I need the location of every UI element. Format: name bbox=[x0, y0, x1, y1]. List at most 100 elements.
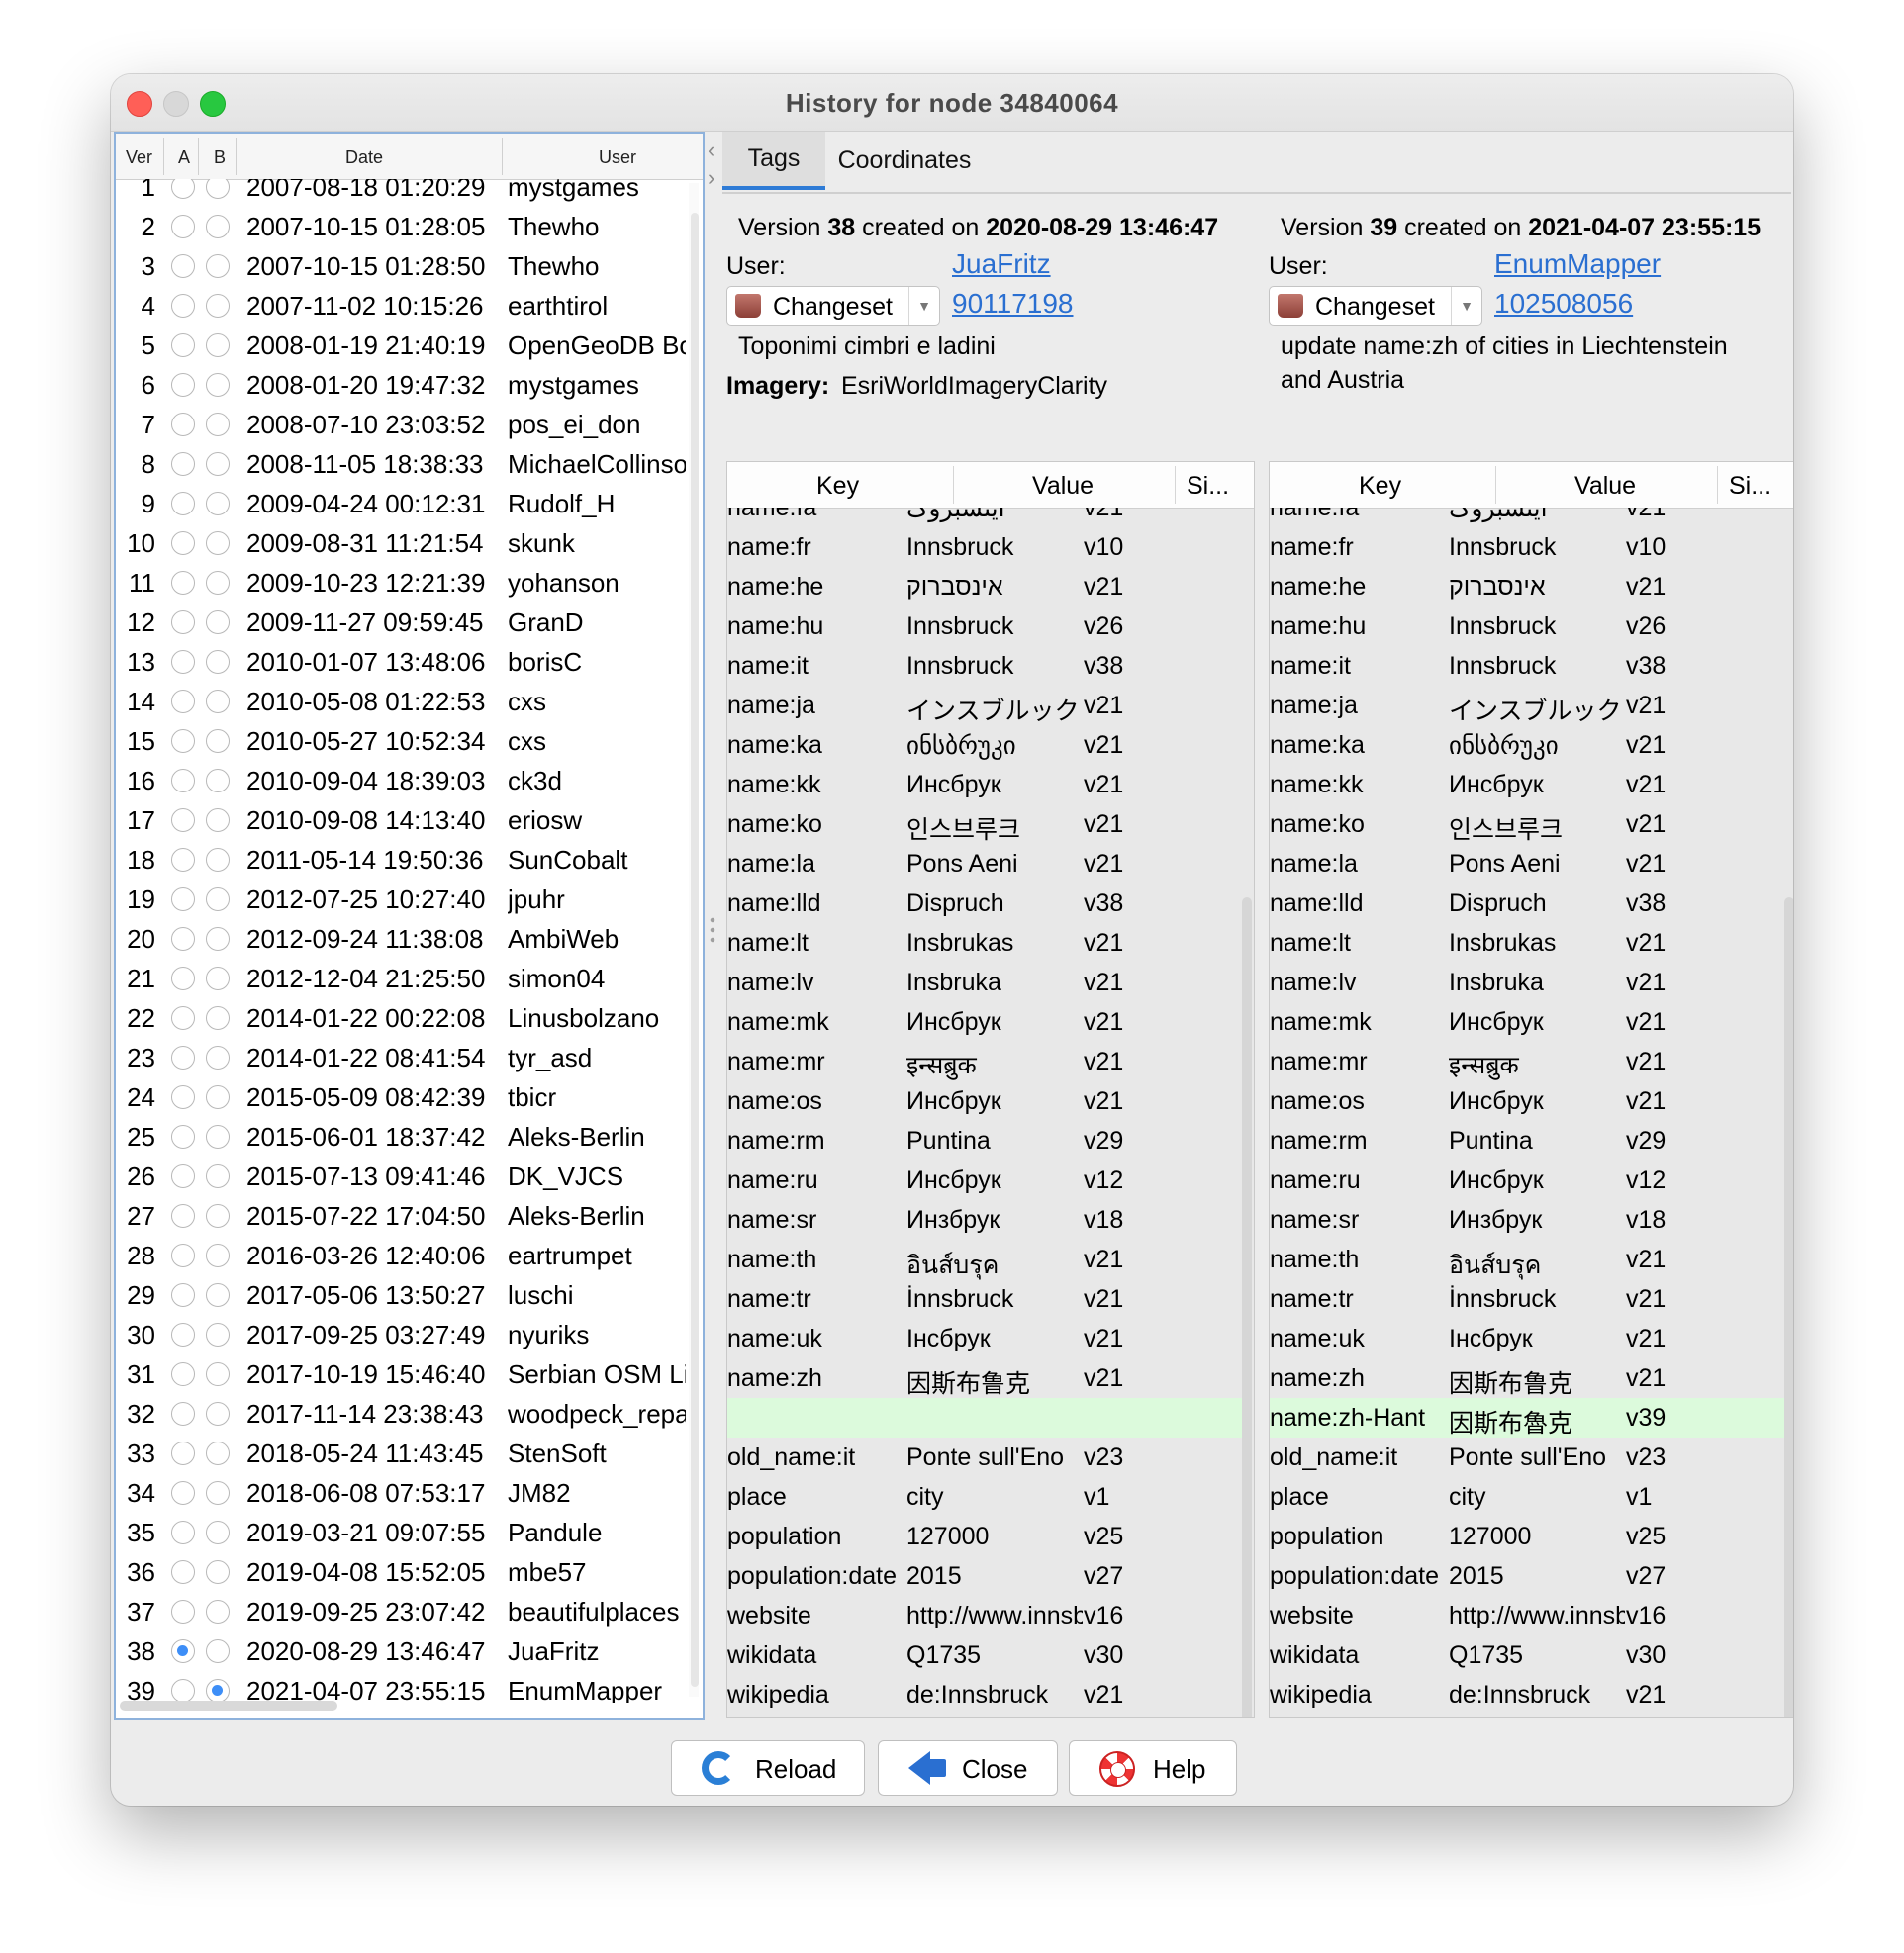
tag-row[interactable]: name:ka ინსბრუკი v21 bbox=[1270, 725, 1784, 765]
select-b-radio[interactable] bbox=[206, 571, 230, 595]
select-b-radio[interactable] bbox=[206, 1679, 230, 1703]
select-b-radio[interactable] bbox=[206, 413, 230, 436]
tag-row[interactable]: website http://www.innsb...v16 bbox=[1270, 1596, 1784, 1635]
select-a-radio[interactable] bbox=[171, 1521, 195, 1544]
select-a-radio[interactable] bbox=[171, 254, 195, 278]
select-a-radio[interactable] bbox=[171, 413, 195, 436]
tag-row[interactable]: name:os Инсбрук v21 bbox=[727, 1081, 1242, 1121]
history-row[interactable]: 10 2009-08-31 11:21:54 skunk bbox=[116, 523, 690, 563]
col-header-b[interactable]: B bbox=[214, 147, 226, 168]
history-row[interactable]: 39 2021-04-07 23:55:15 EnumMapper bbox=[116, 1671, 690, 1703]
select-b-radio[interactable] bbox=[206, 1006, 230, 1030]
chevron-down-icon[interactable]: ▼ bbox=[1451, 287, 1481, 325]
close-button[interactable]: Close bbox=[878, 1740, 1058, 1796]
select-b-radio[interactable] bbox=[206, 1442, 230, 1465]
select-a-radio[interactable] bbox=[171, 927, 195, 951]
history-row[interactable]: 20 2012-09-24 11:38:08 AmbiWeb bbox=[116, 919, 690, 959]
history-row[interactable]: 32 2017-11-14 23:38:43 woodpeck_repair bbox=[116, 1394, 690, 1434]
col-header-key[interactable]: Key bbox=[1359, 472, 1401, 501]
tag-row[interactable]: name:os Инсбрук v21 bbox=[1270, 1081, 1784, 1121]
select-a-radio[interactable] bbox=[171, 452, 195, 476]
select-a-radio[interactable] bbox=[171, 1125, 195, 1149]
select-b-radio[interactable] bbox=[206, 1362, 230, 1386]
tag-row[interactable]: name:ja インスブルック v21 bbox=[727, 686, 1242, 725]
select-b-radio[interactable] bbox=[206, 373, 230, 397]
select-a-radio[interactable] bbox=[171, 333, 195, 357]
tag-row[interactable]: name:lv Insbruka v21 bbox=[1270, 963, 1784, 1002]
select-a-radio[interactable] bbox=[171, 1560, 195, 1584]
left-user-link[interactable]: JuaFritz bbox=[952, 248, 1051, 280]
select-a-radio[interactable] bbox=[171, 690, 195, 713]
tag-row[interactable]: place city v1 bbox=[727, 1477, 1242, 1517]
tag-row[interactable]: name:kk Инсбрук v21 bbox=[727, 765, 1242, 804]
tag-row[interactable]: name:he אינסברוק v21 bbox=[1270, 567, 1784, 606]
select-b-radio[interactable] bbox=[206, 1244, 230, 1267]
select-b-radio[interactable] bbox=[206, 1323, 230, 1347]
history-row[interactable]: 15 2010-05-27 10:52:34 cxs bbox=[116, 721, 690, 761]
select-a-radio[interactable] bbox=[171, 729, 195, 753]
tag-row[interactable]: name:lv Insbruka v21 bbox=[727, 963, 1242, 1002]
history-row[interactable]: 21 2012-12-04 21:25:50 simon04 bbox=[116, 959, 690, 998]
tag-row[interactable]: name:rm Puntina v29 bbox=[1270, 1121, 1784, 1161]
select-b-radio[interactable] bbox=[206, 294, 230, 318]
history-row[interactable]: 4 2007-11-02 10:15:26 earthtirol bbox=[116, 286, 690, 326]
select-b-radio[interactable] bbox=[206, 967, 230, 990]
tag-row[interactable]: name:zh 因斯布鲁克 v21 bbox=[1270, 1358, 1784, 1398]
select-b-radio[interactable] bbox=[206, 1481, 230, 1505]
col-header-date[interactable]: Date bbox=[345, 147, 383, 168]
history-row[interactable]: 29 2017-05-06 13:50:27 luschi bbox=[116, 1275, 690, 1315]
select-a-radio[interactable] bbox=[171, 808, 195, 832]
select-b-radio[interactable] bbox=[206, 492, 230, 515]
select-a-radio[interactable] bbox=[171, 571, 195, 595]
select-a-radio[interactable] bbox=[171, 1323, 195, 1347]
select-b-radio[interactable] bbox=[206, 254, 230, 278]
tag-row[interactable]: name:ru Инсбрук v12 bbox=[727, 1161, 1242, 1200]
history-row[interactable]: 3 2007-10-15 01:28:50 Thewho bbox=[116, 246, 690, 286]
select-b-radio[interactable] bbox=[206, 1125, 230, 1149]
history-horizontal-scrollbar[interactable] bbox=[120, 1701, 337, 1711]
select-b-radio[interactable] bbox=[206, 1204, 230, 1228]
select-b-radio[interactable] bbox=[206, 927, 230, 951]
tag-row[interactable]: population:date 2015 v27 bbox=[1270, 1556, 1784, 1596]
tag-row[interactable]: name:sr Инзбрук v18 bbox=[1270, 1200, 1784, 1240]
select-b-radio[interactable] bbox=[206, 1283, 230, 1307]
tag-row[interactable]: population 127000 v25 bbox=[727, 1517, 1242, 1556]
col-header-since[interactable]: Si... bbox=[1729, 472, 1771, 501]
tag-row[interactable]: population:date 2015 v27 bbox=[727, 1556, 1242, 1596]
history-row[interactable]: 17 2010-09-08 14:13:40 eriosw bbox=[116, 800, 690, 840]
history-row[interactable]: 13 2010-01-07 13:48:06 borisC bbox=[116, 642, 690, 682]
tag-row[interactable]: name:it Innsbruck v38 bbox=[727, 646, 1242, 686]
history-row[interactable]: 8 2008-11-05 18:38:33 MichaelCollinson bbox=[116, 444, 690, 484]
select-a-radio[interactable] bbox=[171, 373, 195, 397]
tag-row[interactable]: name:lt Insbrukas v21 bbox=[1270, 923, 1784, 963]
select-a-radio[interactable] bbox=[171, 1164, 195, 1188]
select-b-radio[interactable] bbox=[206, 729, 230, 753]
tag-row[interactable]: name:tr İnnsbruck v21 bbox=[727, 1279, 1242, 1319]
select-b-radio[interactable] bbox=[206, 610, 230, 634]
col-header-key[interactable]: Key bbox=[816, 472, 859, 501]
tag-row[interactable]: name:kk Инсбрук v21 bbox=[1270, 765, 1784, 804]
tag-row[interactable]: population 127000 v25 bbox=[1270, 1517, 1784, 1556]
select-a-radio[interactable] bbox=[171, 887, 195, 911]
history-row[interactable]: 24 2015-05-09 08:42:39 tbicr bbox=[116, 1077, 690, 1117]
split-pane-handle[interactable] bbox=[710, 915, 715, 945]
tag-row[interactable]: name:fr Innsbruck v10 bbox=[727, 527, 1242, 567]
select-b-radio[interactable] bbox=[206, 531, 230, 555]
select-b-radio[interactable] bbox=[206, 1046, 230, 1070]
select-a-radio[interactable] bbox=[171, 492, 195, 515]
col-header-value[interactable]: Value bbox=[1032, 472, 1094, 501]
select-b-radio[interactable] bbox=[206, 1639, 230, 1663]
col-header-ver[interactable]: Ver bbox=[126, 147, 152, 168]
tag-row[interactable]: name:ja インスブルック v21 bbox=[1270, 686, 1784, 725]
select-a-radio[interactable] bbox=[171, 1600, 195, 1624]
tag-row[interactable]: old_name:it Ponte sull'Eno v23 bbox=[1270, 1438, 1784, 1477]
left-tags-scroll-thumb[interactable] bbox=[1242, 897, 1252, 1717]
select-b-radio[interactable] bbox=[206, 887, 230, 911]
tag-row[interactable]: name:ko 인스브루크 v21 bbox=[1270, 804, 1784, 844]
select-a-radio[interactable] bbox=[171, 769, 195, 792]
tag-row[interactable]: name:th อินส์บรุค v21 bbox=[727, 1240, 1242, 1279]
tag-row[interactable]: name:sr Инзбрук v18 bbox=[727, 1200, 1242, 1240]
select-b-radio[interactable] bbox=[206, 848, 230, 872]
right-changeset-button[interactable]: Changeset ▼ bbox=[1269, 286, 1482, 326]
tag-row[interactable]: wikidata Q1735 v30 bbox=[1270, 1635, 1784, 1675]
